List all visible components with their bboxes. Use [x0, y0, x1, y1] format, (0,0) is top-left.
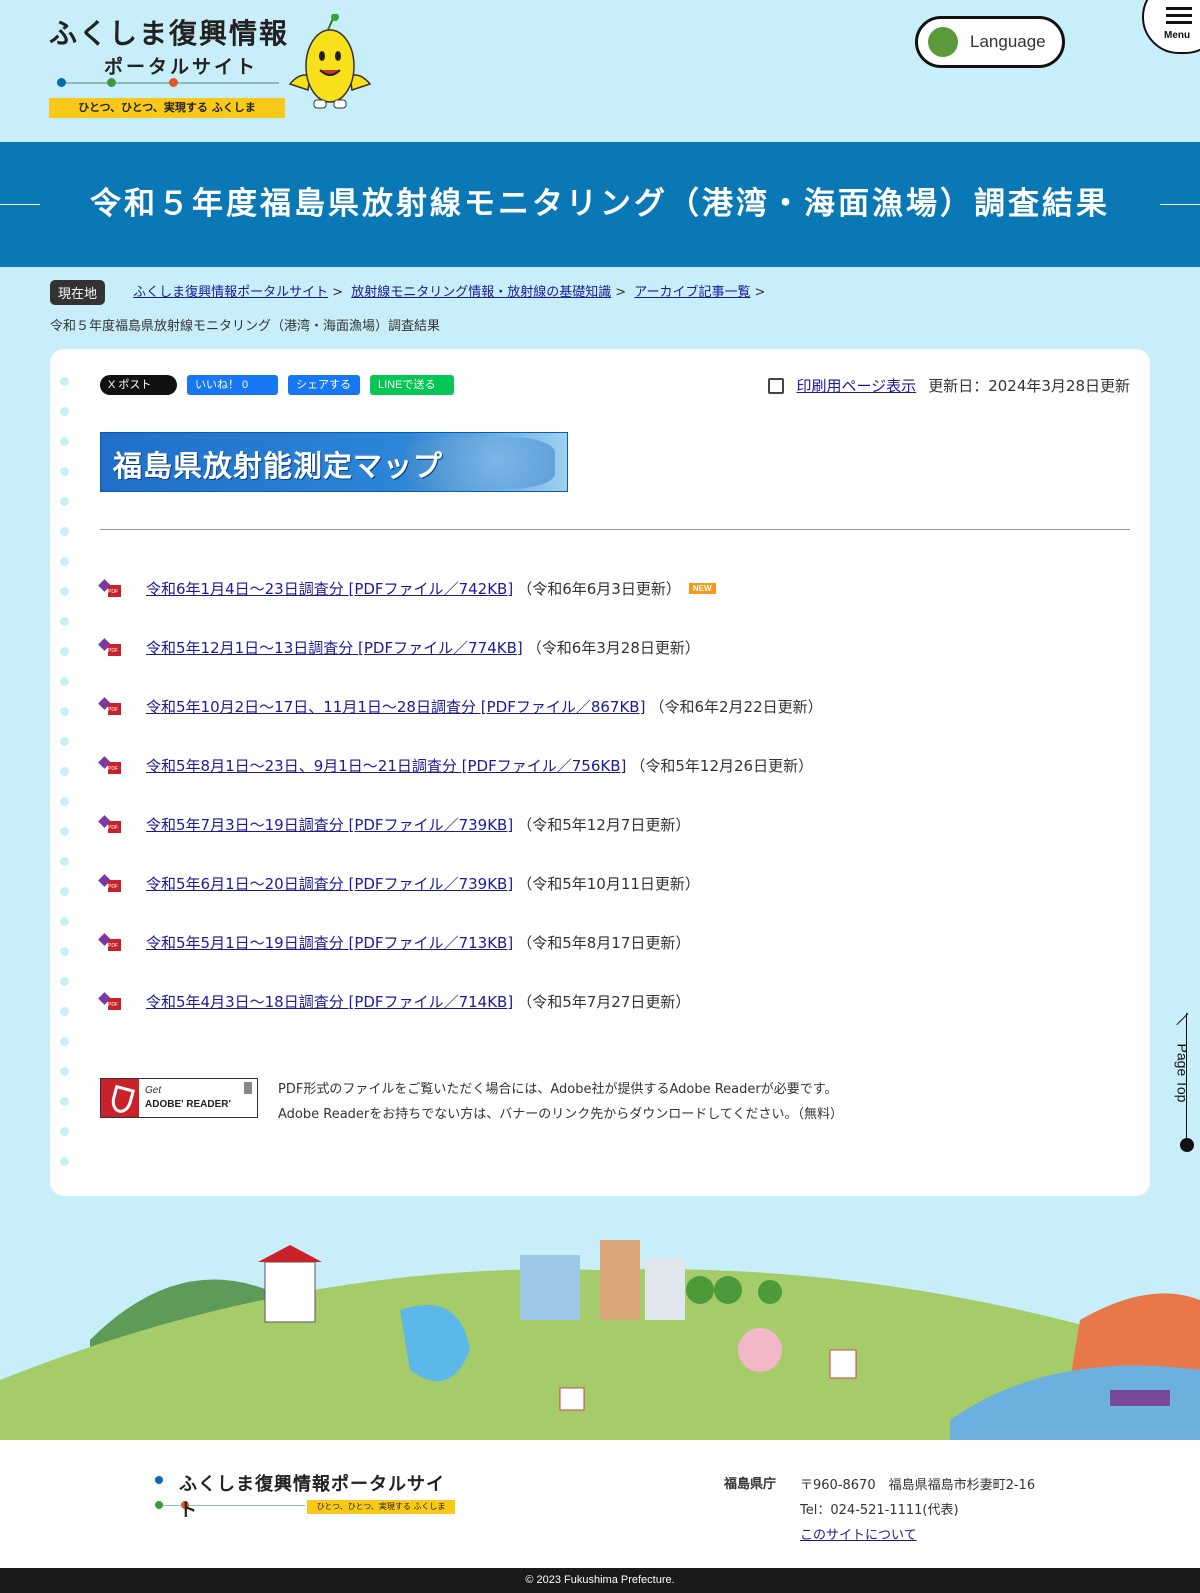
social-buttons: X ポスト いいね！ 0 シェアする LINEで送る: [100, 375, 454, 395]
language-label: Language: [970, 32, 1046, 51]
adobe-get-text: Get: [145, 1085, 162, 1096]
page-title: 令和５年度福島県放射線モニタリング（港湾・海面漁場）調査結果: [90, 186, 1110, 222]
update-note: （令和5年7月27日更新）: [517, 993, 691, 1011]
update-note: （令和6年6月3日更新）: [517, 580, 681, 598]
update-note: （令和6年3月28日更新）: [526, 639, 700, 657]
breadcrumb-link-home[interactable]: ふくしま復興情報ポータルサイト: [133, 285, 328, 300]
breadcrumb-separator: >: [754, 285, 766, 300]
footer-logo[interactable]: ふくしま復興情報ポータルサイト ひとつ、ひとつ、実現する ふくしま: [155, 1470, 455, 1521]
pdf-icon: [98, 578, 121, 597]
print-page-link[interactable]: 印刷用ページ表示: [796, 375, 916, 396]
pdf-link[interactable]: 令和5年6月1日～20日調査分 [PDFファイル／739KB]: [146, 873, 513, 894]
breadcrumb-separator: >: [615, 285, 627, 300]
site-header: ふくしま復興情報 ポータルサイト ひとつ、ひとつ、実現する ふくしま Langu…: [0, 0, 1200, 142]
pdf-icon: [98, 755, 121, 774]
footer-tel: Tel：024-521-1111(代表): [800, 1503, 959, 1518]
printer-icon: [768, 377, 785, 394]
logo-title: ふくしま復興情報: [49, 17, 290, 50]
logo-subtitle: ポータルサイト: [104, 56, 259, 78]
pdf-link[interactable]: 令和5年7月3日～19日調査分 [PDFファイル／739KB]: [146, 814, 513, 835]
menu-label: Menu: [1164, 30, 1191, 41]
list-item: 令和5年10月2日～17日、11月1日～28日調査分 [PDFファイル／867K…: [98, 677, 1130, 736]
update-note: （令和5年8月17日更新）: [517, 934, 691, 952]
footer-logo-dot-green: [155, 1501, 163, 1509]
copyright: © 2023 Fukushima Prefecture.: [0, 1568, 1200, 1593]
adobe-reader-banner[interactable]: Get ADOBE' READER': [100, 1078, 258, 1118]
list-item: 令和6年1月4日～23日調査分 [PDFファイル／742KB] （令和6年6月3…: [98, 559, 1130, 618]
content-card: X ポスト いいね！ 0 シェアする LINEで送る 印刷用ページ表示 更新日：…: [50, 349, 1150, 1196]
update-note: （令和5年12月26日更新）: [630, 757, 814, 775]
title-band: 令和５年度福島県放射線モニタリング（港湾・海面漁場）調査結果: [0, 142, 1200, 267]
list-item: 令和5年7月3日～19日調査分 [PDFファイル／739KB] （令和5年12月…: [98, 795, 1130, 854]
menu-button[interactable]: Menu: [1142, 0, 1200, 54]
logo-dot-green: [107, 78, 116, 87]
pdf-icon: [98, 637, 121, 656]
breadcrumb-link-archive[interactable]: アーカイブ記事一覧: [634, 285, 750, 300]
pdf-link[interactable]: 令和5年4月3日～18日調査分 [PDFファイル／714KB]: [146, 991, 513, 1012]
language-button[interactable]: Language: [915, 16, 1065, 68]
footer-logo-dot-blue: [155, 1476, 163, 1484]
footer-org-name: 福島県庁: [724, 1477, 777, 1492]
update-note: （令和5年10月11日更新）: [517, 875, 700, 893]
breadcrumb-current: 令和５年度福島県放射線モニタリング（港湾・海面漁場）調査結果: [50, 319, 441, 334]
pdf-link[interactable]: 令和6年1月4日～23日調査分 [PDFファイル／742KB]: [146, 578, 513, 599]
footer-logo-tagline: ひとつ、ひとつ、実現する ふくしま: [307, 1500, 455, 1514]
update-note: （令和5年12月7日更新）: [517, 816, 691, 834]
list-item: 令和5年5月1日～19日調査分 [PDFファイル／713KB] （令和5年8月1…: [98, 913, 1130, 972]
pdf-icon: [98, 991, 121, 1010]
updated-date: 更新日：2024年3月28日更新: [928, 377, 1130, 395]
logo-tagline: ひとつ、ひとつ、実現する ふくしま: [49, 98, 285, 118]
logo-dot-blue: [57, 78, 66, 87]
town-illustration: [0, 1240, 1200, 1440]
list-item: 令和5年4月3日～18日調査分 [PDFファイル／714KB] （令和5年7月2…: [98, 972, 1130, 1031]
download-arrow-icon: [244, 1082, 252, 1094]
adobe-reader-text: ADOBE' READER': [145, 1099, 231, 1110]
line-share-button[interactable]: LINEで送る: [370, 375, 454, 395]
pdf-icon: [98, 932, 121, 951]
page-tools: 印刷用ページ表示 更新日：2024年3月28日更新: [768, 375, 1130, 396]
pdf-icon: [98, 873, 121, 892]
footer-logo-title: ふくしま復興情報ポータルサイト: [179, 1474, 445, 1521]
pdf-file-list: 令和6年1月4日～23日調査分 [PDFファイル／742KB] （令和6年6月3…: [98, 559, 1130, 1031]
adobe-note-line2: Adobe Readerをお持ちでない方は、バナーのリンク先からダウンロードして…: [278, 1107, 843, 1122]
globe-icon: [928, 27, 958, 57]
pdf-icon: [98, 814, 121, 833]
pdf-icon: [98, 696, 121, 715]
divider: [100, 529, 1130, 530]
facebook-share-button[interactable]: シェアする: [288, 375, 360, 395]
footer-contact: 〒960-8670 福島県福島市杉妻町2-16 Tel：024-521-1111…: [800, 1473, 1035, 1548]
page-top-button[interactable]: Page Top: [1167, 1013, 1197, 1152]
list-item: 令和5年6月1日～20日調査分 [PDFファイル／739KB] （令和5年10月…: [98, 854, 1130, 913]
banner-text: 福島県放射能測定マップ: [113, 449, 444, 483]
breadcrumb-here-badge: 現在地: [50, 280, 106, 305]
adobe-logo-icon: [101, 1079, 139, 1117]
footer-address: 〒960-8670 福島県福島市杉妻町2-16: [800, 1478, 1036, 1493]
adobe-note-line1: PDF形式のファイルをご覧いただく場合には、Adobe社が提供するAdobe R…: [278, 1082, 838, 1097]
pdf-link[interactable]: 令和5年8月1日～23日、9月1日～21日調査分 [PDFファイル／756KB]: [146, 755, 626, 776]
radiation-map-banner[interactable]: 福島県放射能測定マップ: [100, 432, 568, 492]
site-footer: ふくしま復興情報ポータルサイト ひとつ、ひとつ、実現する ふくしま 福島県庁 〒…: [0, 1440, 1200, 1568]
breadcrumb: 現在地 ふくしま復興情報ポータルサイト > 放射線モニタリング情報・放射線の基礎知…: [50, 280, 1150, 305]
about-site-link[interactable]: このサイトについて: [800, 1528, 917, 1543]
pdf-link[interactable]: 令和5年10月2日～17日、11月1日～28日調査分 [PDFファイル／867K…: [146, 696, 645, 717]
pdf-link[interactable]: 令和5年12月1日～13日調査分 [PDFファイル／774KB]: [146, 637, 523, 658]
card-dots-decoration: [60, 377, 70, 1187]
page-top-dot: [1180, 1138, 1194, 1152]
hamburger-icon: [1166, 7, 1192, 28]
x-post-button[interactable]: X ポスト: [100, 375, 177, 395]
list-item: 令和5年8月1日～23日、9月1日～21日調査分 [PDFファイル／756KB]…: [98, 736, 1130, 795]
new-badge: NEW: [688, 583, 716, 594]
update-note: （令和6年2月22日更新）: [649, 698, 823, 716]
mascot-icon: [288, 14, 372, 109]
facebook-like-button[interactable]: いいね！ 0: [187, 375, 278, 395]
adobe-note: PDF形式のファイルをご覧いただく場合には、Adobe社が提供するAdobe R…: [278, 1077, 843, 1127]
breadcrumb-link-monitoring[interactable]: 放射線モニタリング情報・放射線の基礎知識: [351, 285, 611, 300]
breadcrumb-separator: >: [332, 285, 344, 300]
logo-dot-orange: [169, 78, 178, 87]
list-item: 令和5年12月1日～13日調査分 [PDFファイル／774KB] （令和6年3月…: [98, 618, 1130, 677]
pdf-link[interactable]: 令和5年5月1日～19日調査分 [PDFファイル／713KB]: [146, 932, 513, 953]
page-top-label: Page Top: [1174, 1043, 1191, 1103]
